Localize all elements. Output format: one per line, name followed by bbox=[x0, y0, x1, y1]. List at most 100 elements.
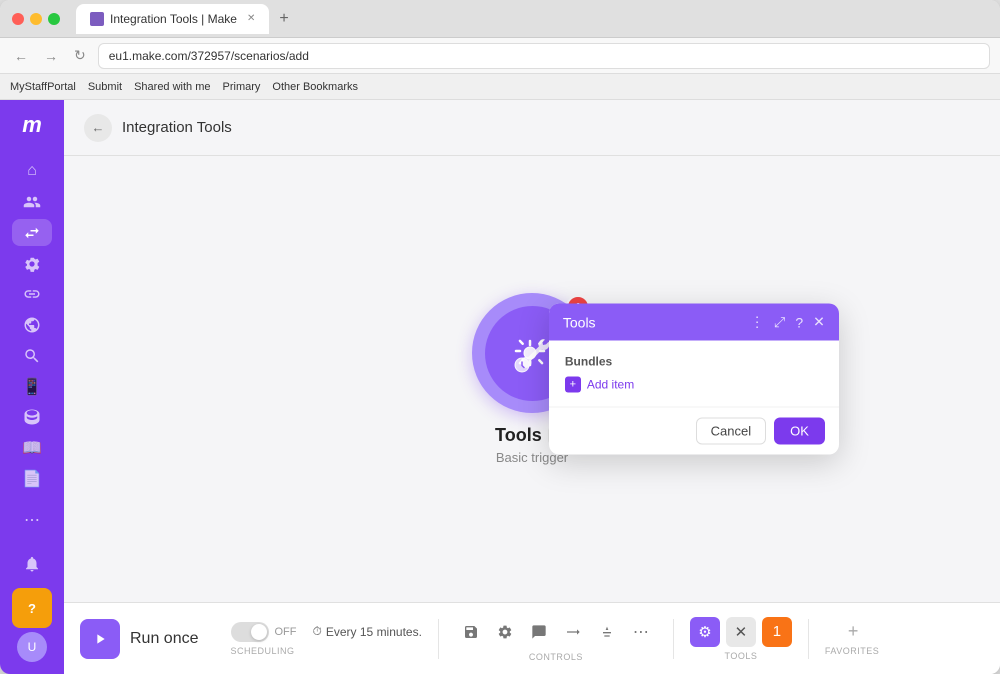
canvas-area[interactable]: 1 Tools 3 Basic trigger Tools ⋮ bbox=[64, 156, 1000, 602]
toggle-label: OFF bbox=[275, 626, 297, 638]
add-item-icon: + bbox=[565, 377, 581, 393]
divider-2 bbox=[673, 619, 674, 659]
tools-orange-icon[interactable]: 1 bbox=[762, 617, 792, 647]
sidebar: m ⌂ 📱 📖 bbox=[0, 100, 64, 674]
tools-label: TOOLS bbox=[724, 651, 757, 661]
add-item-label: Add item bbox=[587, 378, 634, 392]
controls-section: ⋯ CONTROLS bbox=[455, 616, 657, 662]
back-nav-button[interactable]: ← bbox=[10, 46, 32, 66]
sidebar-item-search[interactable] bbox=[12, 342, 52, 369]
notes-button[interactable] bbox=[523, 616, 555, 648]
run-once-label: Run once bbox=[130, 630, 199, 648]
scheduling-label: SCHEDULING bbox=[231, 646, 295, 656]
tab-close-icon[interactable]: ✕ bbox=[247, 13, 255, 24]
sidebar-item-phone[interactable]: 📱 bbox=[12, 373, 52, 400]
dialog-header-actions: ⋮ ⤢ ? ✕ bbox=[750, 314, 825, 331]
dialog-help-icon[interactable]: ? bbox=[795, 314, 803, 330]
divider-1 bbox=[438, 619, 439, 659]
sidebar-item-team[interactable] bbox=[12, 189, 52, 216]
active-tab[interactable]: Integration Tools | Make ✕ bbox=[76, 4, 269, 34]
bottom-toolbar: Run once OFF ⏱ Every 15 minutes. bbox=[64, 602, 1000, 674]
address-bar: ← → ↻ eu1.make.com/372957/scenarios/add bbox=[0, 38, 1000, 74]
flow-button[interactable] bbox=[557, 616, 589, 648]
page-title: Integration Tools bbox=[122, 119, 232, 136]
dialog-title: Tools bbox=[563, 314, 596, 330]
clock-icon: ⏱ bbox=[313, 624, 322, 639]
add-favorite-button[interactable]: + bbox=[848, 621, 859, 642]
tools-section: ⚙ ✕ 1 TOOLS bbox=[690, 617, 792, 661]
dialog-overlay: Tools ⋮ ⤢ ? ✕ Bundles + bbox=[549, 304, 839, 455]
sidebar-item-database[interactable] bbox=[12, 404, 52, 431]
toggle-knob bbox=[251, 624, 267, 640]
schedule-toggle[interactable]: OFF bbox=[231, 622, 297, 642]
more-button[interactable]: ⋯ bbox=[625, 616, 657, 648]
close-button[interactable] bbox=[12, 13, 24, 25]
back-arrow-icon: ← bbox=[92, 120, 105, 135]
cancel-button[interactable]: Cancel bbox=[696, 418, 766, 445]
forward-nav-button[interactable]: → bbox=[40, 46, 62, 66]
toggle-switch[interactable] bbox=[231, 622, 269, 642]
tools-dialog: Tools ⋮ ⤢ ? ✕ Bundles + bbox=[549, 304, 839, 455]
content-header: ← Integration Tools bbox=[64, 100, 1000, 156]
tab-bar: Integration Tools | Make ✕ + bbox=[76, 4, 988, 34]
url-input[interactable]: eu1.make.com/372957/scenarios/add bbox=[98, 43, 990, 69]
dialog-header: Tools ⋮ ⤢ ? ✕ bbox=[549, 304, 839, 341]
settings-button[interactable] bbox=[489, 616, 521, 648]
favorites-section: + FAVORITES bbox=[825, 621, 879, 656]
tools-icons: ⚙ ✕ 1 bbox=[690, 617, 792, 647]
scheduling-section: OFF ⏱ Every 15 minutes. SCHEDULING bbox=[231, 622, 422, 656]
bookmark-mystaffportal[interactable]: MyStaffPortal bbox=[10, 81, 76, 93]
back-button[interactable]: ← bbox=[84, 114, 112, 142]
play-icon bbox=[92, 631, 108, 647]
ok-button[interactable]: OK bbox=[774, 418, 825, 445]
schedule-text-value: Every 15 minutes. bbox=[326, 625, 422, 639]
bookmarks-bar: MyStaffPortal Submit Shared with me Prim… bbox=[0, 74, 1000, 100]
bookmark-other[interactable]: Other Bookmarks bbox=[272, 81, 358, 93]
dialog-footer: Cancel OK bbox=[549, 407, 839, 455]
sidebar-item-home[interactable]: ⌂ bbox=[12, 158, 52, 185]
sidebar-logo: m bbox=[22, 112, 42, 138]
traffic-lights bbox=[12, 13, 60, 25]
sidebar-item-scenarios[interactable] bbox=[12, 219, 52, 246]
sidebar-item-help[interactable]: ? bbox=[12, 588, 52, 628]
dialog-section-label: Bundles bbox=[565, 355, 823, 369]
bookmark-primary[interactable]: Primary bbox=[223, 81, 261, 93]
sidebar-item-notifications[interactable] bbox=[12, 544, 52, 584]
schedule-time: ⏱ Every 15 minutes. bbox=[313, 624, 422, 639]
maximize-button[interactable] bbox=[48, 13, 60, 25]
sidebar-item-connections[interactable] bbox=[12, 281, 52, 308]
sidebar-item-more[interactable]: ⋯ bbox=[12, 500, 52, 540]
content-area: ← Integration Tools bbox=[64, 100, 1000, 674]
url-text: eu1.make.com/372957/scenarios/add bbox=[109, 49, 309, 63]
controls-buttons: ⋯ bbox=[455, 616, 657, 648]
tools-flow-icon[interactable]: ✕ bbox=[726, 617, 756, 647]
tab-favicon bbox=[90, 12, 104, 26]
divider-3 bbox=[808, 619, 809, 659]
dialog-close-icon[interactable]: ✕ bbox=[813, 314, 825, 331]
sidebar-item-docs[interactable]: 📄 bbox=[12, 465, 52, 492]
dialog-more-icon[interactable]: ⋮ bbox=[750, 314, 764, 331]
sidebar-item-apps[interactable] bbox=[12, 250, 52, 277]
dialog-expand-icon[interactable]: ⤢ bbox=[774, 314, 785, 331]
align-button[interactable] bbox=[591, 616, 623, 648]
sidebar-item-globe[interactable] bbox=[12, 312, 52, 339]
bookmark-submit[interactable]: Submit bbox=[88, 81, 122, 93]
favorites-label: FAVORITES bbox=[825, 646, 879, 656]
bookmark-shared[interactable]: Shared with me bbox=[134, 81, 210, 93]
title-bar: Integration Tools | Make ✕ + bbox=[0, 0, 1000, 38]
favorites-controls: + bbox=[846, 621, 859, 642]
save-button[interactable] bbox=[455, 616, 487, 648]
sidebar-user-avatar[interactable]: U bbox=[17, 632, 47, 662]
new-tab-button[interactable]: + bbox=[273, 10, 294, 28]
dialog-body: Bundles + Add item bbox=[549, 341, 839, 407]
refresh-nav-button[interactable]: ↻ bbox=[70, 45, 90, 66]
tools-gear-icon[interactable]: ⚙ bbox=[690, 617, 720, 647]
add-item-button[interactable]: + Add item bbox=[565, 377, 823, 393]
sidebar-bottom: ⋯ ? U bbox=[12, 500, 52, 662]
tab-title: Integration Tools | Make bbox=[110, 12, 237, 26]
minimize-button[interactable] bbox=[30, 13, 42, 25]
app-container: m ⌂ 📱 📖 bbox=[0, 100, 1000, 674]
run-once-play-button[interactable] bbox=[80, 619, 120, 659]
controls-label: CONTROLS bbox=[529, 652, 583, 662]
sidebar-item-book[interactable]: 📖 bbox=[12, 435, 52, 462]
